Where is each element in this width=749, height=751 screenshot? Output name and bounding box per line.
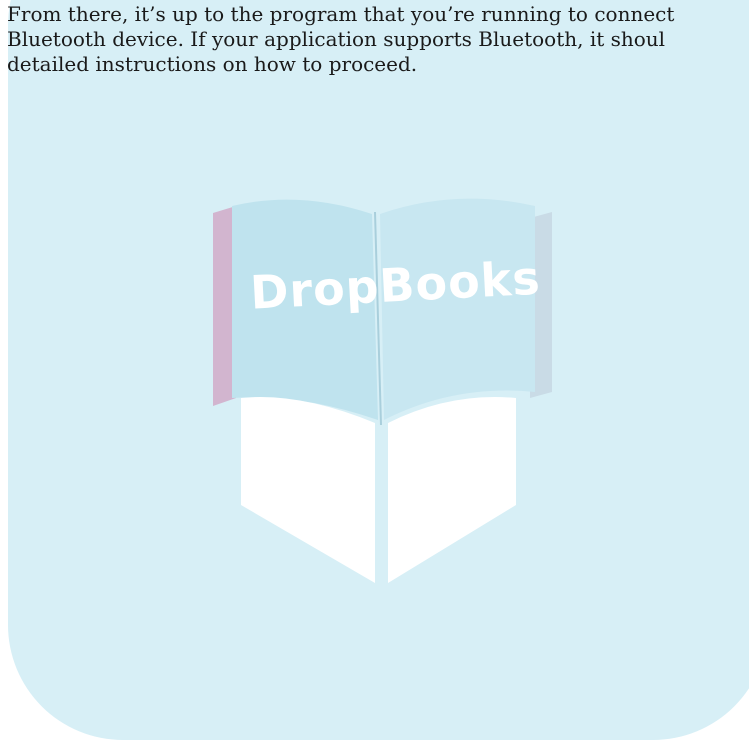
- paragraph-line: Bluetooth device. If your application su…: [7, 27, 666, 51]
- paragraph-line: detailed instructions on how to proceed.: [7, 52, 418, 76]
- paragraph-line: From there, it’s up to the program that …: [7, 2, 675, 26]
- dropbooks-watermark: DropBooks: [8, 0, 749, 740]
- document-page: DropBooks From there, it’s up to the pro…: [0, 0, 749, 751]
- body-paragraph: From there, it’s up to the program that …: [7, 2, 749, 77]
